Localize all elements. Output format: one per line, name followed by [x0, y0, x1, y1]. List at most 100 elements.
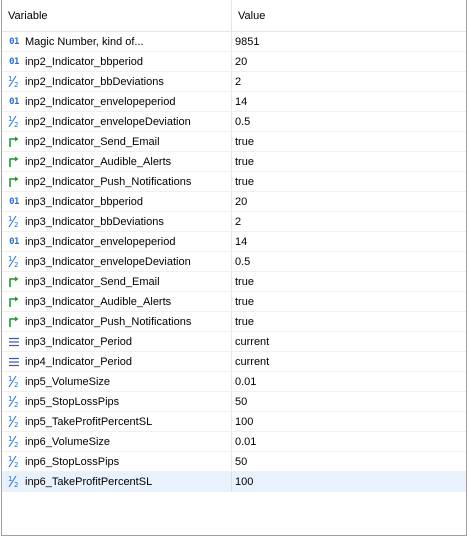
variable-cell[interactable]: 01 inp2_Indicator_envelopeperiod	[2, 92, 232, 111]
table-row[interactable]: inp4_Indicator_Period current	[2, 352, 466, 372]
variable-cell[interactable]: 1 2 inp3_Indicator_envelopeDeviation	[2, 252, 232, 271]
table-row[interactable]: 1 2 inp6_VolumeSize 0.01	[2, 432, 466, 452]
variable-name: inp4_Indicator_Period	[25, 355, 133, 368]
value-cell[interactable]: true	[232, 292, 466, 311]
value-cell[interactable]: 14	[232, 232, 466, 251]
variable-name: inp2_Indicator_Send_Email	[25, 135, 160, 148]
value-text: 0.01	[235, 375, 257, 388]
value-text: 50	[235, 395, 248, 408]
value-cell[interactable]: 100	[232, 412, 466, 431]
variable-cell[interactable]: inp2_Indicator_Audible_Alerts	[2, 152, 232, 171]
variable-name: inp3_Indicator_Period	[25, 335, 133, 348]
value-cell[interactable]: true	[232, 152, 466, 171]
table-row[interactable]: 01 inp3_Indicator_bbperiod 20	[2, 192, 466, 212]
int-icon: 01	[9, 36, 19, 47]
table-row[interactable]: inp3_Indicator_Audible_Alerts true	[2, 292, 466, 312]
variable-name: inp6_TakeProfitPercentSL	[25, 475, 153, 488]
bool-icon	[6, 135, 22, 149]
value-text: 0.01	[235, 435, 257, 448]
value-text: true	[235, 315, 254, 328]
variable-cell[interactable]: inp3_Indicator_Audible_Alerts	[2, 292, 232, 311]
value-cell[interactable]: 50	[232, 452, 466, 471]
value-cell[interactable]: current	[232, 352, 466, 371]
variable-cell[interactable]: 1 2 inp5_VolumeSize	[2, 372, 232, 391]
double-icon: 12	[6, 115, 22, 129]
value-cell[interactable]: 2	[232, 72, 466, 91]
variable-name: inp3_Indicator_Send_Email	[25, 275, 160, 288]
value-text: true	[235, 135, 254, 148]
int-icon: 01	[9, 196, 19, 207]
table-row[interactable]: 1 2 inp2_Indicator_bbDeviations 2	[2, 72, 466, 92]
value-cell[interactable]: true	[232, 312, 466, 331]
table-row[interactable]: 01 inp2_Indicator_envelopeperiod 14	[2, 92, 466, 112]
svg-text:2: 2	[14, 421, 18, 428]
variable-cell[interactable]: inp3_Indicator_Push_Notifications	[2, 312, 232, 331]
value-cell[interactable]: true	[232, 172, 466, 191]
variable-cell[interactable]: 01 inp3_Indicator_bbperiod	[2, 192, 232, 211]
value-cell[interactable]: 0.01	[232, 372, 466, 391]
column-header-value[interactable]: Value	[232, 0, 466, 31]
variable-cell[interactable]: 01 inp3_Indicator_envelopeperiod	[2, 232, 232, 251]
variable-cell[interactable]: 1 2 inp6_StopLossPips	[2, 452, 232, 471]
variable-cell[interactable]: 01 inp2_Indicator_bbperiod	[2, 52, 232, 71]
table-row[interactable]: 1 2 inp6_StopLossPips 50	[2, 452, 466, 472]
grid-body: 01 Magic Number, kind of... 9851 01 inp2_Ind…	[2, 32, 466, 492]
variable-cell[interactable]: 01 Magic Number, kind of...	[2, 32, 232, 51]
value-cell[interactable]: 0.01	[232, 432, 466, 451]
variable-cell[interactable]: inp3_Indicator_Period	[2, 332, 232, 351]
value-cell[interactable]: current	[232, 332, 466, 351]
variable-name: inp2_Indicator_bbperiod	[25, 55, 144, 68]
table-row[interactable]: inp3_Indicator_Send_Email true	[2, 272, 466, 292]
value-cell[interactable]: 20	[232, 192, 466, 211]
value-cell[interactable]: 20	[232, 52, 466, 71]
variable-cell[interactable]: 1 2 inp6_TakeProfitPercentSL	[2, 472, 232, 491]
variable-cell[interactable]: 1 2 inp2_Indicator_envelopeDeviation	[2, 112, 232, 131]
value-cell[interactable]: 2	[232, 212, 466, 231]
svg-text:2: 2	[14, 381, 18, 388]
table-row[interactable]: 1 2 inp2_Indicator_envelopeDeviation 0.5	[2, 112, 466, 132]
table-row[interactable]: 1 2 inp5_StopLossPips 50	[2, 392, 466, 412]
column-header-variable[interactable]: Variable	[2, 0, 232, 31]
table-row[interactable]: 1 2 inp6_TakeProfitPercentSL 100	[2, 472, 466, 492]
value-cell[interactable]: 100	[232, 472, 466, 491]
variable-cell[interactable]: inp3_Indicator_Send_Email	[2, 272, 232, 291]
table-row[interactable]: inp2_Indicator_Send_Email true	[2, 132, 466, 152]
variable-cell[interactable]: 1 2 inp5_StopLossPips	[2, 392, 232, 411]
table-row[interactable]: inp2_Indicator_Audible_Alerts true	[2, 152, 466, 172]
value-text: 20	[235, 195, 248, 208]
value-cell[interactable]: true	[232, 132, 466, 151]
svg-text:2: 2	[14, 121, 18, 128]
table-row[interactable]: 1 2 inp3_Indicator_bbDeviations 2	[2, 212, 466, 232]
table-row[interactable]: inp2_Indicator_Push_Notifications true	[2, 172, 466, 192]
value-cell[interactable]: 9851	[232, 32, 466, 51]
table-row[interactable]: 1 2 inp3_Indicator_envelopeDeviation 0.5	[2, 252, 466, 272]
table-row[interactable]: 01 inp2_Indicator_bbperiod 20	[2, 52, 466, 72]
variable-cell[interactable]: inp2_Indicator_Push_Notifications	[2, 172, 232, 191]
value-text: 14	[235, 95, 248, 108]
value-cell[interactable]: true	[232, 272, 466, 291]
variable-cell[interactable]: 1 2 inp3_Indicator_bbDeviations	[2, 212, 232, 231]
variable-cell[interactable]: 1 2 inp5_TakeProfitPercentSL	[2, 412, 232, 431]
variable-cell[interactable]: 1 2 inp6_VolumeSize	[2, 432, 232, 451]
table-row[interactable]: 1 2 inp5_TakeProfitPercentSL 100	[2, 412, 466, 432]
table-row[interactable]: 1 2 inp5_VolumeSize 0.01	[2, 372, 466, 392]
value-cell[interactable]: 0.5	[232, 252, 466, 271]
value-cell[interactable]: 0.5	[232, 112, 466, 131]
inputs-grid: Variable Value 01 Magic Number, kind of..…	[1, 0, 467, 536]
svg-text:2: 2	[14, 441, 18, 448]
bool-icon	[6, 275, 22, 289]
value-cell[interactable]: 14	[232, 92, 466, 111]
table-row[interactable]: 01 inp3_Indicator_envelopeperiod 14	[2, 232, 466, 252]
value-cell[interactable]: 50	[232, 392, 466, 411]
variable-name: inp2_Indicator_Push_Notifications	[25, 175, 192, 188]
double-icon: 12	[6, 215, 22, 229]
table-row[interactable]: inp3_Indicator_Push_Notifications true	[2, 312, 466, 332]
value-text: current	[235, 355, 270, 368]
variable-cell[interactable]: inp4_Indicator_Period	[2, 352, 232, 371]
int-icon: 01	[9, 236, 19, 247]
variable-cell[interactable]: 1 2 inp2_Indicator_bbDeviations	[2, 72, 232, 91]
variable-cell[interactable]: inp2_Indicator_Send_Email	[2, 132, 232, 151]
table-row[interactable]: inp3_Indicator_Period current	[2, 332, 466, 352]
table-row[interactable]: 01 Magic Number, kind of... 9851	[2, 32, 466, 52]
svg-text:2: 2	[14, 261, 18, 268]
